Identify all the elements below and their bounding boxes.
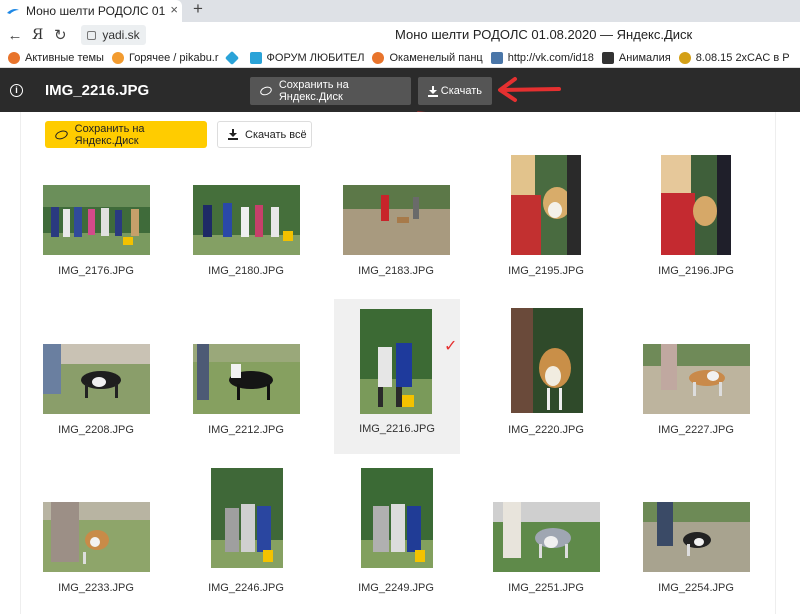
tab-strip: Моно шелти РОДОЛС 01.08.2 × + — [0, 0, 800, 22]
file-tile[interactable]: IMG_2180.JPG — [171, 155, 321, 285]
bookmark-item[interactable]: Активные темы — [8, 51, 104, 64]
photo-thumbnail — [643, 502, 750, 572]
photo-thumbnail — [360, 309, 432, 414]
photo-thumbnail — [193, 185, 300, 255]
tab-title: Моно шелти РОДОЛС 01.08.2 — [26, 4, 166, 18]
bookmark-item[interactable]: Окаменелый панц — [372, 51, 483, 64]
bookmark-item[interactable]: http://vk.com/id18 — [490, 51, 594, 64]
red-arrow-annotation — [498, 77, 561, 102]
info-icon[interactable]: i — [10, 84, 23, 97]
window-title: Моно шелти РОДОЛС 01.08.2020 — Яндекс.Ди… — [395, 27, 693, 42]
file-name: IMG_2196.JPG — [658, 265, 734, 277]
bookmark-item[interactable]: 8.08.15 2xCAC в Р — [678, 51, 790, 64]
bookmark-icon — [678, 51, 691, 64]
close-tab-icon[interactable]: × — [170, 2, 178, 17]
file-tile[interactable]: IMG_2249.JPG — [321, 466, 471, 606]
viewer-toolbar: i IMG_2216.JPG Сохранить на Яндекс.Диск … — [0, 68, 800, 112]
yandex-button[interactable]: Я — [32, 27, 43, 43]
photo-thumbnail — [193, 344, 300, 414]
bookmark-icon — [372, 51, 385, 64]
url-field[interactable]: yadi.sk — [81, 25, 146, 45]
lock-icon — [87, 30, 97, 40]
file-tile[interactable]: IMG_2208.JPG — [21, 300, 171, 455]
bookmark-item[interactable]: Анималия — [601, 51, 671, 64]
reload-button[interactable]: ↻ — [49, 26, 71, 44]
photo-thumbnail — [43, 344, 150, 414]
file-name: IMG_2220.JPG — [508, 424, 584, 436]
photo-thumbnail — [343, 185, 450, 255]
photo-thumbnail — [361, 468, 433, 568]
bookmarks-bar: Активные темы Горячее / pikabu.r ФОРУМ Л… — [0, 48, 800, 68]
file-tile[interactable]: IMG_2227.JPG — [621, 300, 771, 455]
url-text: yadi.sk — [102, 28, 140, 42]
file-name: IMG_2212.JPG — [208, 424, 284, 436]
bookmark-icon — [111, 51, 124, 64]
file-name: IMG_2249.JPG — [358, 582, 434, 594]
bookmark-item[interactable] — [224, 50, 242, 65]
yandex-disk-icon — [258, 85, 273, 97]
photo-thumbnail — [643, 344, 750, 414]
back-button[interactable]: ← — [4, 27, 26, 44]
photo-thumbnail — [43, 502, 150, 572]
photo-thumbnail — [493, 502, 600, 572]
download-button[interactable]: Скачать — [418, 77, 492, 105]
red-check-annotation: ✓ — [444, 338, 458, 355]
photo-thumbnail — [511, 308, 583, 413]
file-tile-selected[interactable]: IMG_2216.JPG — [334, 299, 460, 454]
file-name: IMG_2251.JPG — [508, 582, 584, 594]
bookmark-item[interactable]: ФОРУМ ЛЮБИТЕЛ — [249, 51, 364, 64]
save-folder-button[interactable]: Сохранить на Яндекс.Диск — [45, 121, 207, 148]
file-name: IMG_2195.JPG — [508, 265, 584, 277]
download-icon — [428, 85, 438, 97]
yandex-disk-favicon-icon — [7, 9, 19, 14]
save-to-disk-button[interactable]: Сохранить на Яндекс.Диск — [250, 77, 411, 105]
bookmark-item[interactable]: Горячее / pikabu.r — [111, 51, 219, 64]
photo-thumbnail — [211, 468, 283, 568]
bookmark-icon — [249, 51, 262, 64]
file-name: IMG_2183.JPG — [358, 265, 434, 277]
file-name: IMG_2180.JPG — [208, 265, 284, 277]
file-name: IMG_2176.JPG — [58, 265, 134, 277]
file-name: IMG_2246.JPG — [208, 582, 284, 594]
file-tile[interactable]: IMG_2212.JPG — [171, 300, 321, 455]
download-all-button[interactable]: Скачать всё — [217, 121, 312, 148]
file-tile[interactable]: IMG_2183.JPG — [321, 155, 471, 285]
save-folder-label: Сохранить на Яндекс.Диск — [74, 122, 145, 147]
file-name: IMG_2254.JPG — [658, 582, 734, 594]
file-tile[interactable]: IMG_2233.JPG — [21, 466, 171, 606]
file-name: IMG_2227.JPG — [658, 424, 734, 436]
file-tile[interactable]: IMG_2246.JPG — [171, 466, 321, 606]
download-label: Скачать — [440, 85, 482, 97]
file-tile[interactable]: IMG_2220.JPG — [471, 300, 621, 455]
animalia-icon — [601, 51, 614, 64]
file-tile[interactable]: IMG_2196.JPG — [621, 155, 771, 285]
viewer-file-name: IMG_2216.JPG — [45, 82, 150, 99]
address-bar: ← Я ↻ yadi.sk Моно шелти РОДОЛС 01.08.20… — [0, 22, 800, 48]
yandex-disk-icon — [54, 128, 69, 141]
browser-tab[interactable]: Моно шелти РОДОЛС 01.08.2 × — [0, 0, 182, 22]
file-name: IMG_2233.JPG — [58, 582, 134, 594]
file-name: IMG_2216.JPG — [359, 423, 435, 435]
vk-icon — [490, 51, 503, 64]
save-to-disk-label: Сохранить на Яндекс.Диск — [278, 79, 349, 103]
photo-thumbnail — [43, 185, 150, 255]
file-tile[interactable]: IMG_2195.JPG — [471, 155, 621, 285]
bookmark-icon — [8, 51, 20, 64]
download-all-label: Скачать всё — [245, 128, 307, 141]
photo-thumbnail — [511, 155, 581, 255]
bookmark-icon — [224, 50, 239, 65]
file-tile[interactable]: IMG_2176.JPG — [21, 155, 171, 285]
file-tile[interactable]: IMG_2254.JPG — [621, 466, 771, 606]
new-tab-button[interactable]: + — [188, 0, 208, 20]
file-name: IMG_2208.JPG — [58, 424, 134, 436]
file-tile[interactable]: IMG_2251.JPG — [471, 466, 621, 606]
photo-thumbnail — [661, 155, 731, 255]
download-icon — [228, 129, 238, 140]
